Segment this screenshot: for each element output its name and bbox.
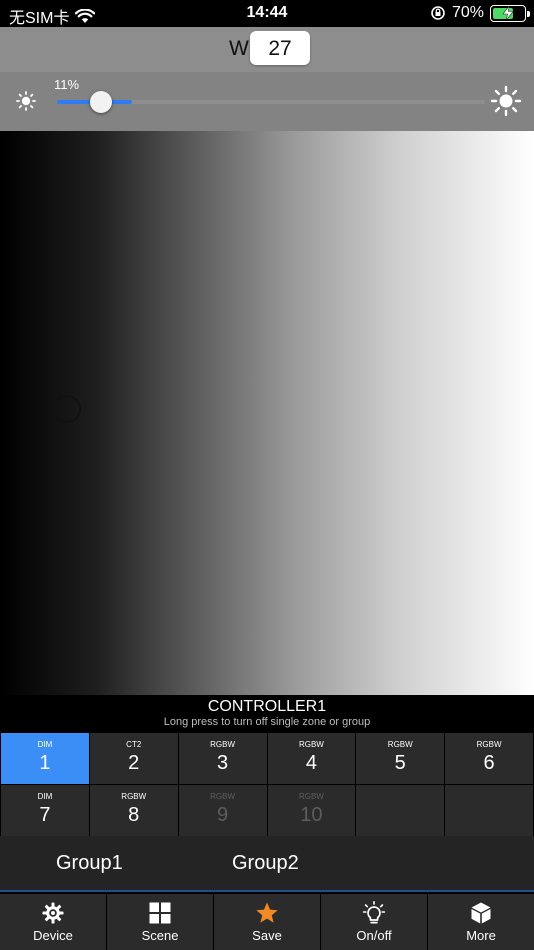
group-2-button[interactable]: Group2 [232, 852, 299, 875]
tab-save-label: Save [252, 928, 282, 943]
zone-number: 6 [483, 752, 495, 774]
tab-scene[interactable]: Scene [107, 894, 213, 950]
zone-number: 10 [300, 804, 323, 826]
cube-icon [471, 902, 491, 924]
battery-icon [490, 4, 530, 22]
zone-cell-1[interactable]: DIM 1 [1, 733, 89, 784]
tab-more[interactable]: More [428, 894, 534, 950]
zone-cell-6[interactable]: RGBW 6 [445, 733, 533, 784]
battery-cap [527, 10, 530, 17]
tab-device[interactable]: Device [0, 894, 106, 950]
group-1-button[interactable]: Group1 [56, 852, 123, 875]
tab-save[interactable]: Save [214, 894, 320, 950]
zone-cell-9[interactable]: RGBW 9 [178, 785, 267, 836]
zone-number: 2 [128, 752, 140, 774]
bulb-icon [362, 901, 386, 924]
charging-bolt-icon [502, 5, 514, 20]
tab-onoff-label: On/off [356, 928, 392, 943]
zone-type: RGBW [387, 740, 413, 749]
status-bar: 无SIM卡 14:44 70% [0, 0, 534, 27]
brightness-bar: 11% [0, 72, 534, 131]
white-level-picker[interactable] [0, 131, 534, 695]
brightness-high-icon [490, 85, 522, 117]
brightness-low-icon [16, 91, 36, 111]
group-bar: Group1 Group2 [0, 836, 534, 892]
zone-number: 3 [217, 752, 229, 774]
white-value-field[interactable]: 27 [250, 31, 310, 65]
tab-onoff[interactable]: On/off [321, 894, 427, 950]
battery-percent: 70% [451, 4, 484, 21]
zone-type: RGBW [210, 792, 236, 801]
brightness-slider-thumb[interactable] [90, 91, 112, 113]
brightness-slider-track[interactable] [57, 100, 485, 104]
brightness-percent: 11% [54, 77, 80, 92]
tab-more-label: More [466, 928, 496, 943]
zone-number: 8 [128, 804, 140, 826]
zone-cell-7[interactable]: DIM 7 [1, 785, 89, 836]
picker-cursor-icon[interactable] [53, 395, 81, 423]
gear-icon [42, 902, 64, 924]
tab-scene-label: Scene [141, 928, 179, 943]
zone-number: 7 [39, 804, 51, 826]
zone-type: RGBW [121, 792, 147, 801]
zone-type: DIM [37, 740, 53, 749]
controller-name: CONTROLLER1 [207, 698, 327, 715]
zone-cell-empty [445, 785, 533, 836]
zone-type: DIM [37, 792, 53, 801]
zone-cell-empty [356, 785, 445, 836]
star-icon [256, 902, 278, 923]
zone-grid: DIM 1 CT2 2 RGBW 3 RGBW 4 RGBW 5 RGBW 6 DIM 7 R… [0, 733, 534, 836]
status-right: 70% [430, 4, 530, 22]
zone-cell-5[interactable]: RGBW 5 [356, 733, 445, 784]
orientation-lock-icon [431, 6, 445, 20]
zone-number: 1 [39, 752, 51, 774]
controller-hint: Long press to turn off single zone or gr… [163, 716, 371, 728]
grid-icon [149, 902, 171, 924]
tab-bar: Device Scene Save On/off More [0, 894, 534, 950]
zone-type: RGBW [298, 740, 324, 749]
zone-type: RGBW [210, 740, 236, 749]
zone-type: RGBW [298, 792, 324, 801]
zone-type: RGBW [476, 740, 502, 749]
white-value-bar: W 27 [0, 27, 534, 72]
zone-type: CT2 [126, 740, 142, 749]
controller-header: CONTROLLER1 Long press to turn off singl… [0, 695, 534, 733]
zone-cell-8[interactable]: RGBW 8 [89, 785, 178, 836]
tab-device-label: Device [33, 928, 73, 943]
zone-cell-10[interactable]: RGBW 10 [267, 785, 356, 836]
zone-number: 9 [217, 804, 229, 826]
white-label: W [229, 37, 249, 60]
zone-cell-2[interactable]: CT2 2 [89, 733, 178, 784]
zone-number: 5 [394, 752, 406, 774]
zone-cell-3[interactable]: RGBW 3 [178, 733, 267, 784]
zone-cell-4[interactable]: RGBW 4 [267, 733, 356, 784]
zone-number: 4 [305, 752, 317, 774]
